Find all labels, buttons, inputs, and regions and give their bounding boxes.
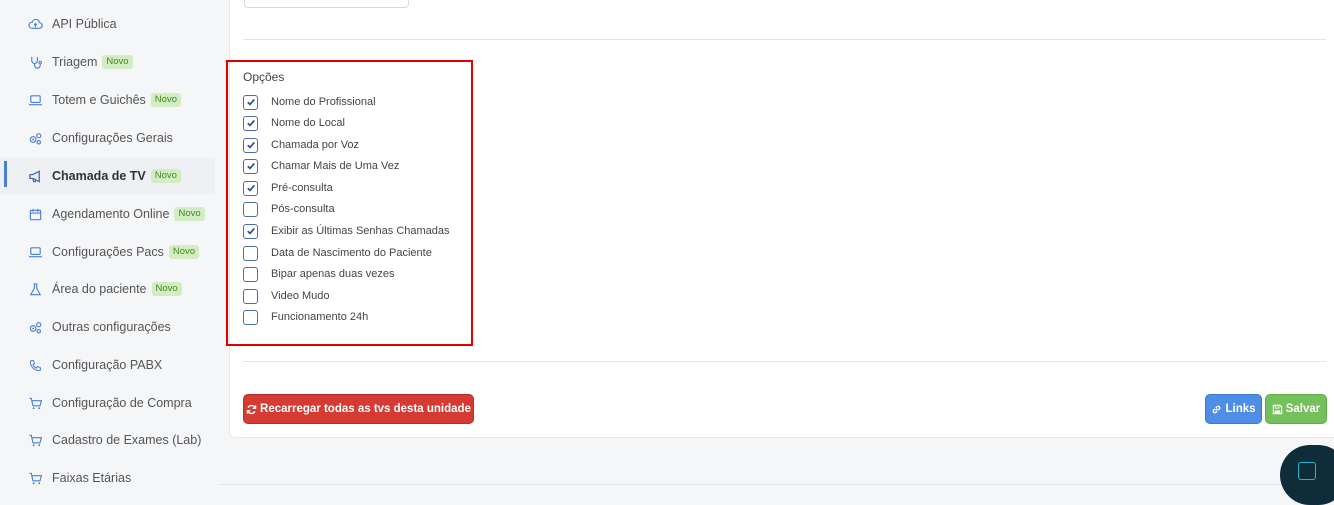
option-label: Video Mudo <box>271 290 330 302</box>
option-row[interactable]: Funcionamento 24h <box>243 308 368 326</box>
sidebar-item-label: Totem e Guichês <box>52 93 146 107</box>
sidebar: API Pública Triagem Novo Totem e Guichês… <box>0 0 220 487</box>
cart-icon <box>27 470 43 486</box>
flask-icon <box>27 281 43 297</box>
checkbox-unchecked[interactable] <box>243 288 258 304</box>
option-row[interactable]: Chamada por Voz <box>243 136 359 154</box>
sidebar-item-label: Outras configurações <box>52 320 171 334</box>
checkbox-unchecked[interactable] <box>243 266 258 282</box>
cart-icon <box>27 432 43 448</box>
option-label: Bipar apenas duas vezes <box>271 268 395 280</box>
checkbox-checked[interactable] <box>243 115 258 131</box>
reload-tvs-label: Recarregar todas as tvs desta unidade <box>260 403 471 415</box>
gears-icon <box>27 319 43 335</box>
cart-icon <box>27 395 43 411</box>
sidebar-item-configuracao-de-compra[interactable]: Configuração de Compra <box>0 385 215 421</box>
sidebar-item-agendamento-online[interactable]: Agendamento Online Novo <box>0 196 215 232</box>
checkbox-checked[interactable] <box>243 158 258 174</box>
link-icon <box>1213 405 1221 413</box>
option-label: Pós-consulta <box>271 203 335 215</box>
sidebar-item-outras-configuracoes[interactable]: Outras configurações <box>0 309 215 345</box>
checkbox-checked[interactable] <box>243 94 258 110</box>
option-row[interactable]: Chamar Mais de Uma Vez <box>243 157 399 175</box>
phone-icon <box>27 357 43 373</box>
options-title: Opções <box>243 70 285 84</box>
checkbox-checked[interactable] <box>243 180 258 196</box>
divider <box>243 39 1326 40</box>
option-label: Exibir as Últimas Senhas Chamadas <box>271 225 450 237</box>
laptop-icon <box>27 244 43 260</box>
save-label: Salvar <box>1285 403 1321 415</box>
save-button[interactable]: Salvar <box>1265 394 1327 424</box>
refresh-icon <box>246 404 257 414</box>
new-badge: Novo <box>150 169 181 183</box>
sidebar-item-label: Agendamento Online <box>52 207 170 221</box>
sidebar-item-configuracao-pabx[interactable]: Configuração PABX <box>0 347 215 383</box>
sidebar-item-label: Configurações Pacs <box>52 245 164 259</box>
option-row[interactable]: Video Mudo <box>243 287 330 305</box>
new-badge: Novo <box>168 245 200 259</box>
checkbox-unchecked[interactable] <box>243 245 258 261</box>
option-row[interactable]: Exibir as Últimas Senhas Chamadas <box>243 222 450 240</box>
new-badge: Novo <box>150 93 181 107</box>
sidebar-item-label: Cadastro de Exames (Lab) <box>52 433 202 447</box>
support-icon <box>1298 462 1316 480</box>
sidebar-item-configuracoes-pacs[interactable]: Configurações Pacs Novo <box>0 234 215 270</box>
calendar-icon <box>27 206 43 222</box>
select-field[interactable] <box>244 0 409 8</box>
option-label: Nome do Local <box>271 117 345 129</box>
option-row[interactable]: Nome do Local <box>243 114 345 132</box>
sidebar-item-label: Triagem <box>52 55 98 69</box>
option-row[interactable]: Data de Nascimento do Paciente <box>243 244 432 262</box>
new-badge: Novo <box>102 55 133 69</box>
links-label: Links <box>1225 403 1256 415</box>
sidebar-item-area-do-paciente[interactable]: Área do paciente Novo <box>0 271 215 307</box>
checkbox-checked[interactable] <box>243 137 258 153</box>
option-label: Nome do Profissional <box>271 96 376 108</box>
floppy-icon <box>1272 404 1282 414</box>
divider <box>243 361 1326 362</box>
sidebar-item-totem-guiches[interactable]: Totem e Guichês Novo <box>0 82 215 118</box>
checkbox-checked[interactable] <box>243 223 258 239</box>
laptop-icon <box>27 92 43 108</box>
reload-tvs-button[interactable]: Recarregar todas as tvs desta unidade <box>243 394 474 424</box>
stethoscope-icon <box>27 54 43 70</box>
sidebar-item-label: Faixas Etárias <box>52 471 132 485</box>
new-badge: Novo <box>151 282 182 296</box>
divider <box>220 484 1334 485</box>
option-row[interactable]: Pré-consulta <box>243 179 333 197</box>
sidebar-item-label: Configuração de Compra <box>52 396 192 410</box>
cloud-upload-icon <box>27 16 43 32</box>
option-row[interactable]: Bipar apenas duas vezes <box>243 265 395 283</box>
links-button[interactable]: Links <box>1205 394 1262 424</box>
option-label: Pré-consulta <box>271 182 333 194</box>
option-label: Chamada por Voz <box>271 139 360 151</box>
sidebar-item-configuracoes-gerais[interactable]: Configurações Gerais <box>0 120 215 156</box>
checkbox-unchecked[interactable] <box>243 309 258 325</box>
sidebar-item-api-publica[interactable]: API Pública <box>0 6 215 42</box>
gears-icon <box>27 130 43 146</box>
new-badge: Novo <box>174 207 205 221</box>
checkbox-unchecked[interactable] <box>243 201 258 217</box>
sidebar-item-label: Configurações Gerais <box>52 131 173 145</box>
sidebar-item-label: Configuração PABX <box>52 358 163 372</box>
megaphone-icon <box>27 168 43 184</box>
option-label: Data de Nascimento do Paciente <box>271 247 432 259</box>
option-row[interactable]: Nome do Profissional <box>243 93 376 111</box>
sidebar-item-label: Chamada de TV <box>52 169 146 183</box>
sidebar-item-triagem[interactable]: Triagem Novo <box>0 44 215 80</box>
sidebar-item-label: Área do paciente <box>52 282 147 296</box>
sidebar-item-label: API Pública <box>52 17 117 31</box>
option-row[interactable]: Pós-consulta <box>243 200 335 218</box>
sidebar-item-cadastro-de-exames[interactable]: Cadastro de Exames (Lab) <box>0 422 215 458</box>
option-label: Chamar Mais de Uma Vez <box>271 160 400 172</box>
option-label: Funcionamento 24h <box>271 311 369 323</box>
sidebar-item-faixas-etarias[interactable]: Faixas Etárias <box>0 460 215 496</box>
sidebar-item-chamada-de-tv[interactable]: Chamada de TV Novo <box>0 158 215 194</box>
